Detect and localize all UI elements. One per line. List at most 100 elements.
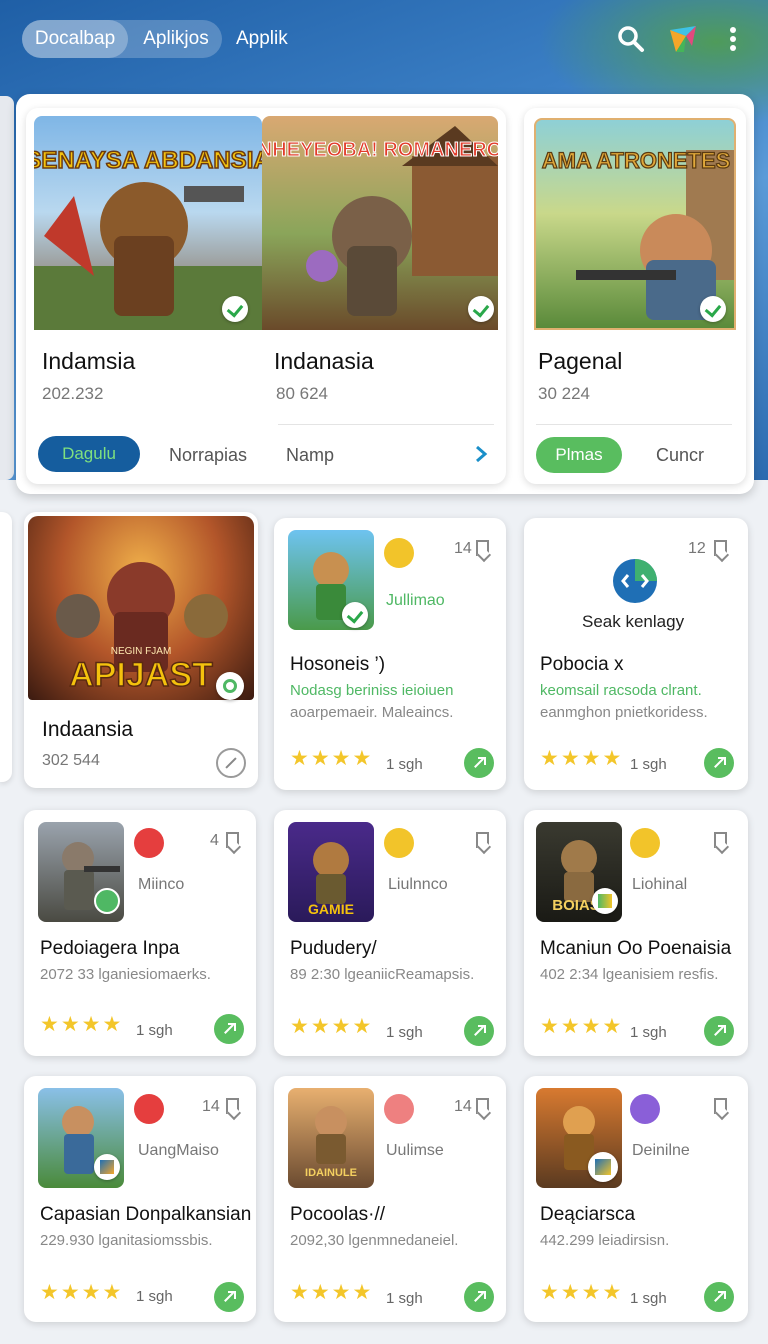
hero-title-2: Indanasia [274,348,374,374]
featured-app-card[interactable]: NEGIN FJAM APIJAST Indaansia 302 544 [24,512,258,788]
rating-stars: ★★★★ [540,747,624,770]
hero-count-3: 30 224 [538,384,590,403]
app-subtext: 402 2:34 lgeanisiem resfis. [540,966,719,983]
bookmark-icon[interactable] [714,540,727,556]
hero-title-1: Indamsia [42,348,136,374]
tab-docalbap[interactable]: Docalbap [22,20,128,58]
app-category: Deinilne [632,1142,690,1159]
app-subtext: 442.299 leiadirsisn. [540,1232,670,1249]
status-dot [630,828,660,858]
open-app-icon[interactable] [214,1014,244,1044]
hero-card-3[interactable]: AMA ATRONETES Pagenal 30 224 Plmas Cuncr [524,108,746,484]
bookmark-icon[interactable] [476,832,489,848]
divider [536,424,732,425]
review-count: 4 [210,832,219,849]
app-logo-icon [613,559,657,603]
app-card[interactable]: 12 Seak kenlagy Pobocia x keomsail racso… [524,518,748,790]
namp-link[interactable]: Namp [286,445,334,466]
app-subtext: 2092,30 lgenmnedaneiel. [290,1232,459,1249]
prev-card-edge [0,512,12,782]
trend-badge-icon [94,888,120,914]
app-category: Liohinal [632,876,688,893]
bookmark-icon[interactable] [714,1098,727,1114]
chevron-right-icon[interactable] [474,444,488,464]
app-card[interactable]: BOIAS Liohinal Mcaniun Oo Poenaisia 402 … [524,810,748,1056]
dagulu-button[interactable]: Dagulu [38,436,140,472]
open-app-icon[interactable] [464,1282,494,1312]
app-name: Deąciarsca [540,1204,636,1225]
cuncr-link[interactable]: Cuncr [656,445,704,466]
bookmark-icon[interactable] [476,540,489,556]
status-dot [630,1094,660,1124]
app-card[interactable]: Deinilne Deąciarsca 442.299 leiadirsisn.… [524,1076,748,1322]
bookmark-icon[interactable] [226,1098,239,1114]
hero-art-title-1: SENAYSA ABDANSIA [34,147,262,174]
hero-artwork-2: NHEYEOBA! ROMANERO [262,116,498,330]
app-name: Mcaniun Oo Poenaisia [540,938,732,959]
search-icon[interactable] [616,24,646,54]
featured-title: Indaansia [42,718,134,741]
plmas-label: Plmas [555,445,603,464]
app-subtext: 2072 33 lganiesiomaerks. [40,966,211,983]
featured-artwork: NEGIN FJAM APIJAST [28,516,254,700]
app-card[interactable]: GAMIE Liulnnco Pududery/ 89 2:30 lgeanii… [274,810,506,1056]
app-art-title: GAMIE [308,901,354,917]
app-card[interactable]: IDAINULE 14 Uulimse Pocoolas·// 2092,30 … [274,1076,506,1322]
review-count: 14 [454,1098,472,1115]
bookmark-icon[interactable] [226,832,239,848]
installed-check-icon [222,296,248,322]
norrapias-link[interactable]: Norrapias [169,445,247,466]
app-badge-icon [592,888,618,914]
app-subtext: eanmghon pnietkoridess. [540,704,708,721]
hero-count-2: 80 624 [276,384,328,403]
hero-card-double[interactable]: SENAYSA ABDANSIA NHEYEOBA! ROMANERO Inda… [26,108,506,484]
open-app-icon[interactable] [214,1282,244,1312]
tab-aplikjos[interactable]: Aplikjos [130,20,222,58]
app-name: Hosoneis ’) [290,654,386,675]
rating-stars: ★★★★ [290,747,374,770]
app-category: Seak kenlagy [582,612,685,631]
app-category: Uulimse [386,1142,444,1159]
bookmark-icon[interactable] [714,832,727,848]
app-card[interactable]: 4 Miinco Pedoiagera Inpa 2072 33 lganies… [24,810,256,1056]
open-app-icon[interactable] [704,748,734,778]
tab-applik[interactable]: Applik [236,20,288,58]
rating-stars: ★★★★ [40,1013,124,1036]
brand-icon[interactable] [666,22,700,56]
review-count: 12 [688,540,706,557]
app-badge-icon [342,602,368,628]
app-name: Pedoiagera Inpa [40,938,180,959]
time-ago: 1 sgh [630,756,667,773]
review-count: 14 [202,1098,220,1115]
plmas-button[interactable]: Plmas [536,437,622,473]
app-category: Liulnnco [388,876,448,893]
hero-art-title-2: NHEYEOBA! ROMANERO [262,139,498,161]
rating-stars: ★★★★ [290,1015,374,1038]
status-dot [134,1094,164,1124]
app-icon-artwork: IDAINULE [288,1088,374,1188]
app-description: Nodasg beriniss ieioiuen [290,682,454,699]
rating-stars: ★★★★ [40,1281,124,1304]
bookmark-icon[interactable] [476,1098,489,1114]
hero-title-3: Pagenal [538,348,623,374]
open-app-icon[interactable] [464,748,494,778]
installed-check-icon [468,296,494,322]
edit-icon[interactable] [216,748,246,778]
rating-stars: ★★★★ [540,1281,624,1304]
open-app-icon[interactable] [704,1016,734,1046]
more-icon[interactable] [722,24,744,54]
open-app-icon[interactable] [464,1016,494,1046]
app-card[interactable]: 14 Jullimao Hosoneis ’) Nodasg beriniss … [274,518,506,790]
hero-art-title-3: AMA ATRONETES [542,148,731,173]
app-subtext: aoarpemaeir. Maleaincs. [290,704,454,721]
app-card[interactable]: 14 UangMaiso Capasian Donpalkansian 229.… [24,1076,256,1322]
app-badge-icon [588,1152,618,1182]
app-description: keomsail racsoda clrant. [540,682,702,699]
time-ago: 1 sgh [386,1290,423,1307]
featured-count: 302 544 [42,752,100,769]
time-ago: 1 sgh [386,756,423,773]
app-category: Miinco [138,876,185,893]
app-name: Pududery/ [290,938,377,959]
status-dot [384,828,414,858]
open-app-icon[interactable] [704,1282,734,1312]
